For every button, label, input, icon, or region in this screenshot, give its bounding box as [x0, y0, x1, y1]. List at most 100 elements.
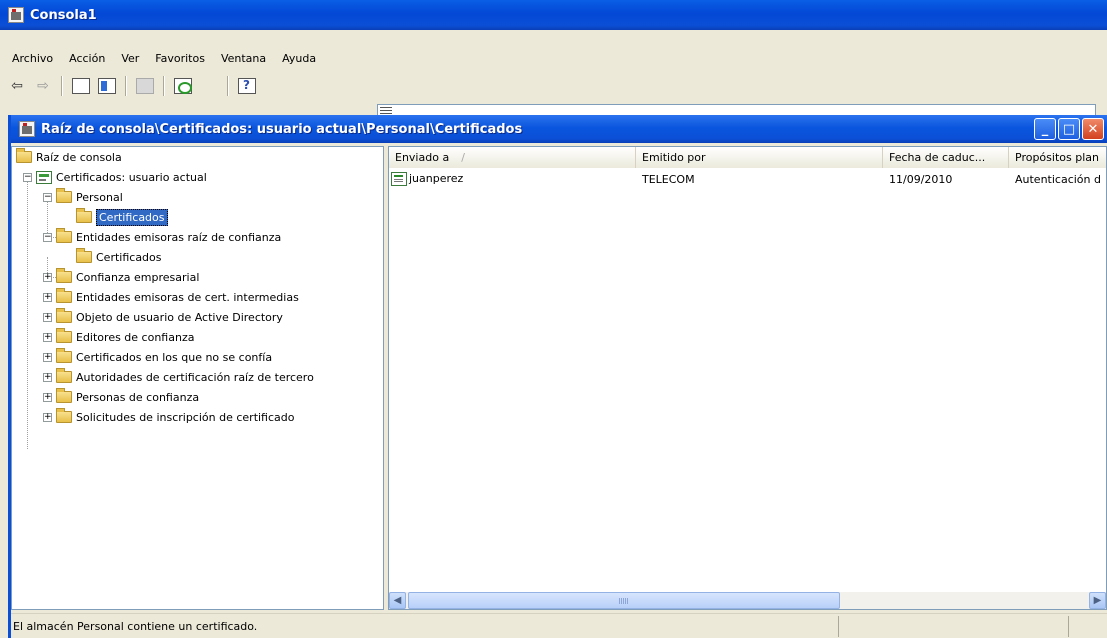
folder-icon: [56, 188, 72, 203]
menu-bar: Archivo Acción Ver Favoritos Ventana Ayu…: [0, 47, 1107, 69]
expand-icon[interactable]: +: [43, 392, 52, 402]
result-list-pane[interactable]: Enviado a / Emitido por Fecha de caduc..…: [388, 146, 1107, 610]
export-list-button[interactable]: [198, 75, 1096, 568]
expand-icon[interactable]: +: [43, 332, 52, 342]
tree-item-personal[interactable]: − Personal: [43, 187, 123, 207]
folder-icon: [56, 228, 72, 243]
status-bar: El almacén Personal contiene un certific…: [11, 613, 1107, 638]
column-header-issued-by[interactable]: Emitido por: [636, 147, 883, 168]
toolbar: ⇦ ⇨: [0, 73, 1107, 568]
collapse-icon[interactable]: −: [23, 172, 32, 182]
tree-item[interactable]: + Solicitudes de inscripción de certific…: [43, 407, 295, 427]
tree-item-trusted-root-certificates[interactable]: Certificados: [76, 247, 162, 267]
certificate-icon: [391, 172, 407, 186]
app-title: Consola1: [30, 7, 97, 23]
show-hide-tree-button[interactable]: [96, 75, 118, 97]
mmc-console-icon: [8, 7, 24, 23]
cell-issued-to: juanperez: [389, 172, 636, 186]
tree-item[interactable]: + Objeto de usuario de Active Directory: [43, 307, 283, 327]
menu-ver[interactable]: Ver: [113, 50, 147, 67]
window-controls: _ □ ✕: [1034, 118, 1104, 140]
expand-icon[interactable]: +: [43, 352, 52, 362]
horizontal-scrollbar[interactable]: ◀ ▶: [389, 592, 1106, 609]
tree-item[interactable]: + Certificados en los que no se confía: [43, 347, 272, 367]
tree-item[interactable]: + Entidades emisoras de cert. intermedia…: [43, 287, 299, 307]
tree-item-root[interactable]: Raíz de consola: [16, 147, 122, 167]
menu-ventana[interactable]: Ventana: [213, 50, 274, 67]
folder-icon: [56, 368, 72, 383]
column-label: Fecha de caduc...: [889, 151, 986, 164]
list-header: Enviado a / Emitido por Fecha de caduc..…: [389, 147, 1106, 168]
help-button[interactable]: [236, 75, 258, 97]
folder-icon: [16, 148, 32, 163]
column-header-issued-to[interactable]: Enviado a /: [389, 147, 636, 168]
tree-item-label: Autoridades de certificación raíz de ter…: [76, 370, 314, 384]
scroll-left-icon[interactable]: ◀: [389, 592, 406, 609]
menu-accion[interactable]: Acción: [61, 50, 113, 67]
certificate-store-icon: [36, 170, 52, 184]
mmc-console-icon: [19, 121, 35, 137]
console-tree-pane[interactable]: Raíz de consola − Certificados: usuario …: [11, 146, 384, 610]
refresh-icon: [174, 78, 192, 94]
forward-arrow-icon[interactable]: ⇨: [32, 75, 54, 97]
tree-item[interactable]: + Confianza empresarial: [43, 267, 199, 287]
scrollbar-thumb[interactable]: [408, 592, 840, 609]
folder-icon: [56, 348, 72, 363]
tree-item-label: Confianza empresarial: [76, 270, 200, 284]
menu-archivo[interactable]: Archivo: [4, 50, 61, 67]
toolbar-separator: [125, 76, 127, 96]
folder-icon: [76, 248, 92, 263]
expand-icon[interactable]: +: [43, 312, 52, 322]
expand-icon[interactable]: +: [43, 372, 52, 382]
child-window-title-bar[interactable]: Raíz de consola\Certificados: usuario ac…: [11, 115, 1107, 143]
tree-item-label: Entidades emisoras raíz de confianza: [76, 230, 282, 244]
folder-icon: [56, 388, 72, 403]
cell-issued-by: TELECOM: [642, 172, 695, 186]
collapse-icon[interactable]: −: [43, 192, 52, 202]
tree-item[interactable]: + Autoridades de certificación raíz de t…: [43, 367, 314, 387]
tree-item-label: Personal: [76, 190, 123, 204]
back-arrow-icon[interactable]: ⇦: [6, 75, 28, 97]
column-label: Propósitos plan: [1015, 151, 1099, 164]
delete-button[interactable]: [134, 75, 156, 97]
console-child-window: Raíz de consola\Certificados: usuario ac…: [8, 115, 1107, 638]
expand-icon[interactable]: +: [43, 292, 52, 302]
help-icon: [238, 78, 256, 94]
tree-item[interactable]: + Personas de confianza: [43, 387, 199, 407]
column-header-intended-purposes[interactable]: Propósitos plan: [1009, 147, 1106, 168]
menu-favoritos[interactable]: Favoritos: [147, 50, 213, 67]
expand-icon[interactable]: +: [43, 412, 52, 422]
menu-ayuda[interactable]: Ayuda: [274, 50, 324, 67]
tree-item-label: Objeto de usuario de Active Directory: [76, 310, 283, 324]
table-row[interactable]: juanperez TELECOM 11/09/2010 Autenticaci…: [389, 170, 1106, 188]
status-text: El almacén Personal contiene un certific…: [11, 615, 839, 637]
column-header-expiry-date[interactable]: Fecha de caduc...: [883, 147, 1009, 168]
scroll-right-icon[interactable]: ▶: [1089, 592, 1106, 609]
child-window-title: Raíz de consola\Certificados: usuario ac…: [41, 121, 523, 137]
tree-item-trusted-root[interactable]: − Entidades emisoras raíz de confianza: [43, 227, 281, 247]
maximize-button[interactable]: □: [1058, 118, 1080, 140]
scrollbar-grip-icon: [619, 598, 629, 604]
tree-item-label: Certificados: usuario actual: [56, 170, 207, 184]
app-title-bar[interactable]: Consola1: [0, 0, 1107, 30]
tree-item[interactable]: + Editores de confianza: [43, 327, 194, 347]
expand-icon[interactable]: +: [43, 272, 52, 282]
up-one-level-button[interactable]: [70, 75, 92, 97]
tree-item-label: Editores de confianza: [76, 330, 195, 344]
delete-icon: [136, 78, 154, 94]
column-label: Enviado a: [395, 151, 450, 164]
column-label: Emitido por: [642, 151, 706, 164]
open-folder-icon: [76, 208, 92, 223]
tree-connector: [27, 177, 28, 449]
folder-icon: [56, 288, 72, 303]
collapse-icon[interactable]: −: [43, 232, 52, 242]
cell-text: juanperez: [409, 172, 464, 185]
tree-item-label: Certificados en los que no se confía: [76, 350, 273, 364]
tree-item-personal-certificates[interactable]: Certificados: [76, 207, 168, 227]
minimize-button[interactable]: _: [1034, 118, 1056, 140]
refresh-button[interactable]: [172, 75, 194, 97]
cell-expiry-date: 11/09/2010: [889, 172, 953, 186]
close-button[interactable]: ✕: [1082, 118, 1104, 140]
tree-item-certificates-current-user[interactable]: − Certificados: usuario actual: [23, 167, 207, 187]
status-cell: [839, 615, 1069, 637]
